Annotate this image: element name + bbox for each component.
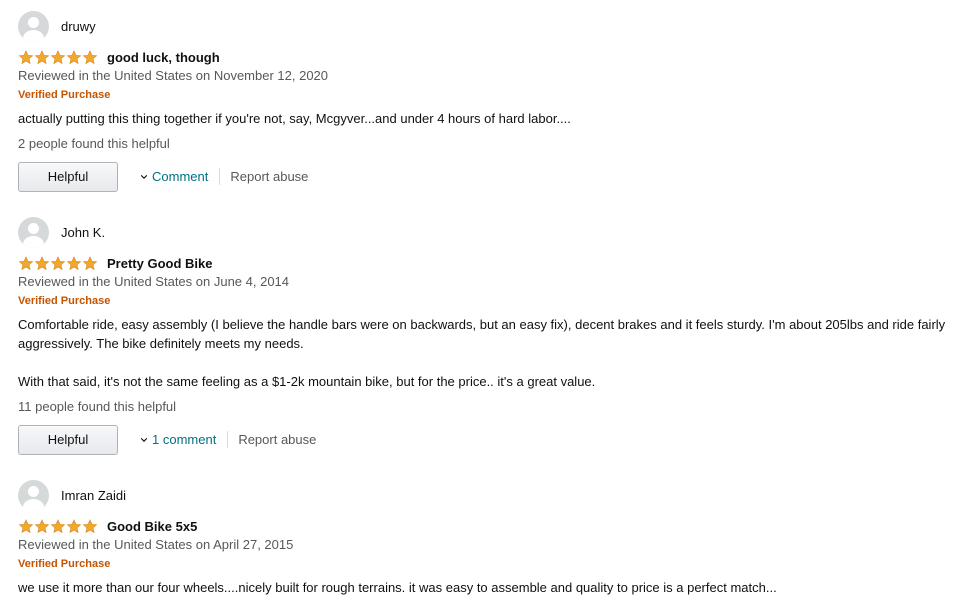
verified-purchase-badge[interactable]: Verified Purchase: [18, 556, 970, 572]
star-icon: [18, 518, 34, 533]
star-rating[interactable]: [18, 49, 98, 65]
review-card: Imran Zaidi Good Bike 5x5 Reviewed in th…: [18, 479, 970, 597]
review-actions: Helpful 1 comment Report abuse: [18, 424, 970, 455]
star-icon: [18, 49, 34, 64]
star-icon: [82, 518, 98, 533]
profile-name[interactable]: druwy: [61, 19, 96, 34]
chevron-down-icon: [140, 437, 148, 442]
review-actions: Helpful Comment Report abuse: [18, 161, 970, 192]
comment-label: 1 comment: [152, 432, 217, 447]
review-text: With that said, it's not the same feelin…: [18, 374, 596, 389]
star-icon: [50, 255, 66, 270]
star-icon: [66, 255, 82, 270]
star-rating[interactable]: [18, 518, 98, 534]
star-icon: [34, 49, 50, 64]
review-title[interactable]: Pretty Good Bike: [107, 256, 212, 271]
star-icon: [34, 255, 50, 270]
star-rating[interactable]: [18, 255, 98, 271]
helpful-button[interactable]: Helpful: [18, 424, 118, 455]
report-abuse-link[interactable]: Report abuse: [230, 169, 308, 184]
verified-purchase-badge[interactable]: Verified Purchase: [18, 87, 970, 103]
star-icon: [82, 49, 98, 64]
default-avatar-icon: [18, 216, 49, 248]
review-title-row: good luck, though: [18, 47, 970, 67]
review-card: druwy good luck, though Reviewed in the …: [18, 10, 970, 192]
review-text: aggressively. The bike definitely meets …: [18, 336, 304, 351]
default-avatar-icon: [18, 10, 49, 42]
review-body: we use it more than our four wheels....n…: [18, 578, 970, 597]
review-title[interactable]: Good Bike 5x5: [107, 519, 197, 534]
comment-link[interactable]: 1 comment: [140, 432, 216, 447]
star-icon: [18, 255, 34, 270]
review-text: we use it more than our four wheels....n…: [18, 580, 777, 595]
star-icon: [34, 518, 50, 533]
review-body: actually putting this thing together if …: [18, 109, 970, 128]
review-title-row: Good Bike 5x5: [18, 516, 970, 536]
comment-label: Comment: [152, 169, 209, 184]
comment-link[interactable]: Comment: [140, 169, 208, 184]
star-icon: [66, 518, 82, 533]
helpful-button[interactable]: Helpful: [18, 161, 118, 192]
review-profile[interactable]: John K.: [18, 216, 970, 248]
default-avatar-icon: [18, 479, 49, 511]
helpful-count: 11 people found this helpful: [18, 399, 177, 414]
review-card: John K. Pretty Good Bike Reviewed in the…: [18, 216, 970, 455]
review-date: Reviewed in the United States on April 2…: [18, 537, 294, 552]
profile-name[interactable]: Imran Zaidi: [61, 488, 126, 503]
review-text: actually putting this thing together if …: [18, 111, 571, 126]
review-title[interactable]: good luck, though: [107, 50, 220, 65]
review-profile[interactable]: Imran Zaidi: [18, 479, 970, 511]
review-date: Reviewed in the United States on Novembe…: [18, 68, 329, 83]
divider: [219, 168, 221, 185]
review-profile[interactable]: druwy: [18, 10, 970, 42]
chevron-down-icon: [140, 174, 148, 179]
star-icon: [50, 49, 66, 64]
helpful-count: 2 people found this helpful: [18, 136, 170, 151]
review-title-row: Pretty Good Bike: [18, 253, 970, 273]
report-abuse-link[interactable]: Report abuse: [238, 432, 316, 447]
reviews-page: druwy good luck, though Reviewed in the …: [0, 0, 970, 610]
star-icon: [50, 518, 66, 533]
review-date: Reviewed in the United States on June 4,…: [18, 274, 290, 289]
star-icon: [66, 49, 82, 64]
divider: [227, 431, 229, 448]
review-text: Comfortable ride, easy assembly (I belie…: [18, 317, 946, 332]
profile-name[interactable]: John K.: [61, 225, 105, 240]
star-icon: [82, 255, 98, 270]
verified-purchase-badge[interactable]: Verified Purchase: [18, 293, 970, 309]
review-body: Comfortable ride, easy assembly (I belie…: [18, 315, 970, 391]
